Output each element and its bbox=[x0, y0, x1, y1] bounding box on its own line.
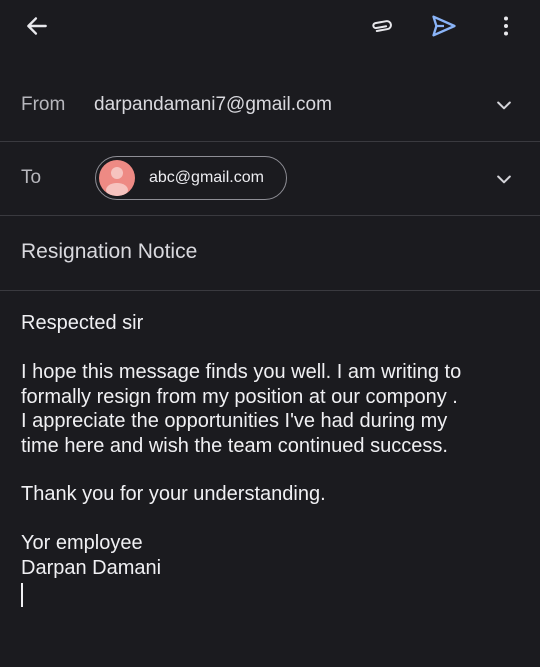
divider bbox=[0, 215, 540, 216]
attach-button[interactable] bbox=[362, 6, 402, 46]
paperclip-icon bbox=[372, 20, 392, 32]
body-line: I hope this message finds you well. I am… bbox=[21, 361, 462, 383]
person-icon bbox=[106, 167, 128, 196]
back-button[interactable] bbox=[17, 6, 57, 46]
body-line: time here and wish the team continued su… bbox=[21, 434, 448, 457]
divider bbox=[0, 290, 540, 291]
arrow-left-icon bbox=[27, 17, 47, 35]
body-thanks: Thank you for your understanding. bbox=[21, 483, 326, 505]
body-greeting: Respected sir bbox=[21, 312, 144, 334]
body-signoff: Yor employee bbox=[21, 532, 143, 554]
recipient-chip[interactable]: abc@gmail.com bbox=[95, 156, 287, 200]
compose-toolbar bbox=[0, 0, 540, 52]
from-address[interactable]: darpandamani7@gmail.com bbox=[94, 94, 332, 116]
body-signature-name: Darpan Damani bbox=[21, 556, 162, 579]
body-line: I appreciate the opportunities I've had … bbox=[21, 410, 448, 432]
chevron-down-icon bbox=[497, 175, 511, 184]
to-label: To bbox=[21, 167, 42, 188]
from-expand-button[interactable] bbox=[492, 93, 516, 117]
divider bbox=[0, 141, 540, 142]
from-label: From bbox=[21, 94, 66, 115]
body-line: formally resign from my position at our … bbox=[21, 385, 458, 408]
subject-field[interactable]: Resignation Notice bbox=[21, 240, 197, 264]
more-options-button[interactable] bbox=[486, 6, 526, 46]
recipient-email: abc@gmail.com bbox=[149, 169, 264, 186]
more-vert-icon bbox=[504, 16, 508, 36]
chevron-down-icon bbox=[497, 101, 511, 110]
to-expand-button[interactable] bbox=[492, 167, 516, 191]
avatar bbox=[99, 160, 135, 196]
send-button[interactable] bbox=[424, 6, 464, 46]
text-cursor bbox=[21, 583, 23, 607]
send-icon bbox=[432, 15, 456, 37]
